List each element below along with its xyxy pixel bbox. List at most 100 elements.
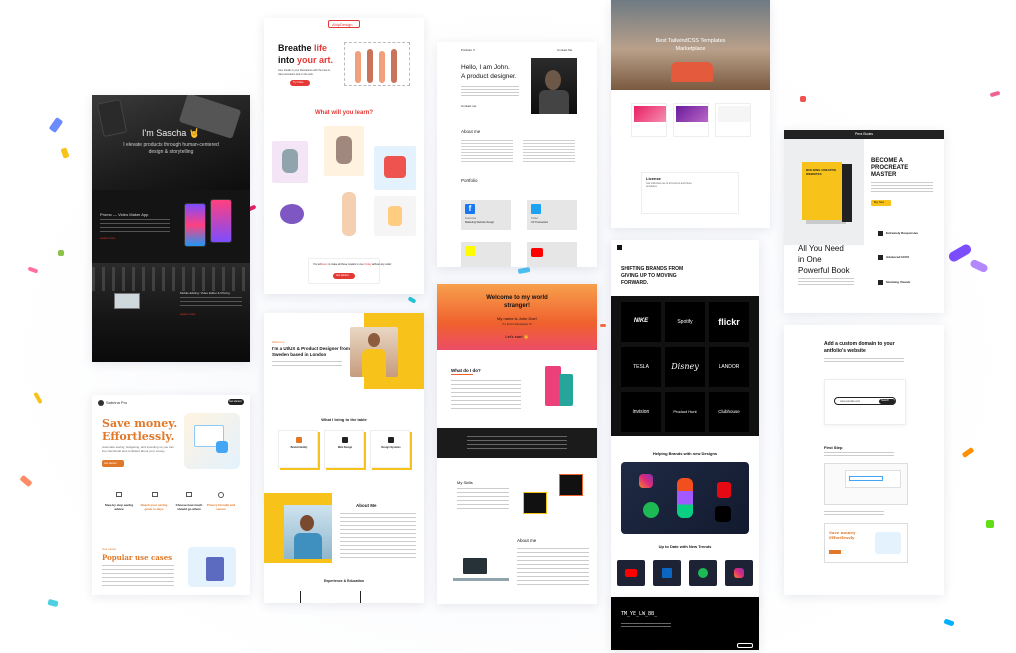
feature-icon bbox=[218, 492, 224, 498]
phone-mockup bbox=[184, 203, 206, 247]
brand-tile: Clubhouse bbox=[709, 392, 749, 432]
footer-cta-button[interactable]: Get started bbox=[333, 273, 355, 279]
project-1-link[interactable]: Learn more bbox=[100, 236, 115, 240]
hero-kicker: Welcome bbox=[272, 340, 285, 344]
timeline-line bbox=[300, 591, 301, 603]
figure-illustration bbox=[391, 49, 397, 83]
first-step-desc bbox=[824, 452, 894, 458]
linkedin-glyph bbox=[662, 568, 672, 578]
custom-domain-card[interactable]: Add a custom domain to your antfolio's w… bbox=[784, 325, 944, 595]
product-card[interactable] bbox=[631, 103, 667, 137]
do-title-underline bbox=[451, 374, 473, 375]
trends-title: Up to Date with New Trends bbox=[658, 544, 712, 549]
hero-photo bbox=[611, 0, 770, 90]
brand-name: Spotify bbox=[677, 319, 693, 325]
john-portfolio-card[interactable]: Portfolio X Contact Me Hello, I am John.… bbox=[437, 42, 597, 267]
nav-title: Pera Books bbox=[854, 132, 874, 136]
hero-cta-label: Try it free bbox=[293, 81, 304, 84]
hero-cta[interactable]: Let's start 👋 bbox=[437, 334, 597, 339]
showcase-canvas: I'm Sascha 🤘 I elevate products through … bbox=[0, 0, 1016, 653]
brand-tile: TESLA bbox=[621, 347, 661, 387]
planet-shape bbox=[280, 204, 304, 224]
headline-2: PROCREATE bbox=[871, 165, 909, 171]
search-button[interactable]: Search bbox=[879, 399, 895, 404]
feature-label: Reach your saving goals in days bbox=[140, 503, 168, 511]
hero-line-1: Save money. bbox=[102, 417, 178, 430]
brand-tile: NIKE bbox=[621, 302, 661, 342]
first-step-title: First Step bbox=[824, 445, 843, 450]
service-title: Brand Identity bbox=[290, 446, 308, 449]
youtube-icon[interactable] bbox=[617, 560, 645, 586]
confetti-decoration bbox=[986, 520, 994, 528]
service-card: Brand Identity bbox=[278, 430, 318, 468]
child-shape bbox=[388, 206, 402, 226]
step-input bbox=[849, 476, 883, 481]
footer-text: without any code! bbox=[371, 263, 392, 266]
apps-3d-illustration bbox=[621, 462, 749, 534]
portfolio-item[interactable]: Twitter UX Transaction bbox=[527, 200, 577, 230]
preview-screenshot: Save money Effortlessly bbox=[824, 523, 908, 563]
hero-cta-link[interactable]: Contact me bbox=[461, 104, 476, 108]
headline-desc bbox=[871, 182, 933, 192]
spotify-icon[interactable] bbox=[689, 560, 717, 586]
feature-label: Choose how much should go where bbox=[175, 503, 203, 511]
ux-designer-card[interactable]: Welcome I'm a UI/UX & Product Designer f… bbox=[264, 313, 424, 603]
feature-label: Step by step saving advice bbox=[104, 503, 134, 511]
nav-brand[interactable]: Portfolio X bbox=[461, 48, 475, 52]
portfolio-item[interactable] bbox=[527, 242, 577, 267]
figma-icon bbox=[677, 478, 693, 518]
world-portfolio-card[interactable]: Welcome to my world stranger! My name is… bbox=[437, 284, 597, 604]
brand-name: invision bbox=[632, 409, 650, 415]
service-title: Web Design bbox=[337, 446, 353, 449]
confetti-decoration bbox=[947, 242, 973, 264]
hero-cta-button[interactable]: Get started bbox=[102, 460, 124, 467]
sascha-portfolio-card[interactable]: I'm Sascha 🤘 I elevate products through … bbox=[92, 95, 250, 362]
brand-tile: Disney bbox=[665, 347, 705, 387]
popular-kicker: Use cases bbox=[102, 547, 117, 551]
product-card[interactable] bbox=[673, 103, 709, 137]
portrait-body bbox=[294, 533, 322, 559]
about-desc bbox=[517, 548, 589, 588]
tailwind-marketplace-card[interactable]: Best TailwindCSS Templates Marketplace L… bbox=[611, 0, 770, 228]
code-window bbox=[559, 474, 583, 496]
logo-mark bbox=[617, 245, 622, 250]
model-tile bbox=[374, 146, 416, 190]
hero-cta-button[interactable]: Try it free bbox=[290, 80, 310, 86]
nav-cta-button[interactable]: Get started bbox=[228, 399, 244, 405]
hero-subtitle-2: design & storytelling bbox=[148, 149, 194, 155]
product-card[interactable] bbox=[715, 103, 751, 137]
brands-portfolio-card[interactable]: SHIFTING BRANDS FROM GIVING UP TO MOVING… bbox=[611, 240, 759, 602]
model-tile bbox=[324, 126, 364, 176]
portfolio-item[interactable] bbox=[461, 242, 511, 267]
hero-title: I'm Sascha 🤘 bbox=[142, 128, 200, 138]
linkedin-icon[interactable] bbox=[653, 560, 681, 586]
service-card: Web Design bbox=[324, 430, 364, 468]
brand-tile: flickr bbox=[709, 302, 749, 342]
spotify-glyph bbox=[698, 568, 708, 578]
domain-search-input[interactable]: www.yoursite.com Search bbox=[834, 397, 896, 405]
project-1-desc bbox=[100, 219, 170, 233]
ahip-design-card[interactable]: AhipDesign Breathe life into your art. G… bbox=[264, 18, 424, 294]
confetti-decoration bbox=[969, 258, 989, 274]
nav-bar: Pera Books bbox=[784, 130, 944, 139]
save-money-card[interactable]: Sabrina Pro Get started Save money. Effo… bbox=[92, 395, 250, 595]
buy-button[interactable]: Buy Now bbox=[871, 200, 891, 206]
buy-button-label: Buy Now bbox=[874, 201, 885, 204]
service-title: Design Systems bbox=[381, 446, 401, 449]
confetti-decoration bbox=[600, 324, 606, 327]
hero-description: Automate saving, budgeting, and investin… bbox=[102, 445, 174, 453]
footer-desc bbox=[621, 623, 671, 627]
confetti-decoration bbox=[47, 598, 59, 608]
project-2-link[interactable]: Learn more bbox=[180, 312, 195, 316]
preview-cta bbox=[829, 550, 841, 554]
feature-icon bbox=[878, 231, 883, 236]
instagram-icon[interactable] bbox=[725, 560, 753, 586]
license-sub: Get unlimited use of all current and fut… bbox=[646, 182, 692, 188]
model-tile bbox=[328, 184, 368, 244]
footer-button[interactable] bbox=[737, 643, 753, 648]
hero-word-accent: your art. bbox=[297, 55, 334, 65]
procreate-book-card[interactable]: Pera Books BUILDING CREATIVE WEBSITES BE… bbox=[784, 130, 944, 313]
title-line-2: antfolio's website bbox=[824, 348, 866, 354]
portfolio-item[interactable]: f Facebook Marketing Website Design bbox=[461, 200, 511, 230]
nav-contact[interactable]: Contact Me bbox=[557, 48, 572, 52]
